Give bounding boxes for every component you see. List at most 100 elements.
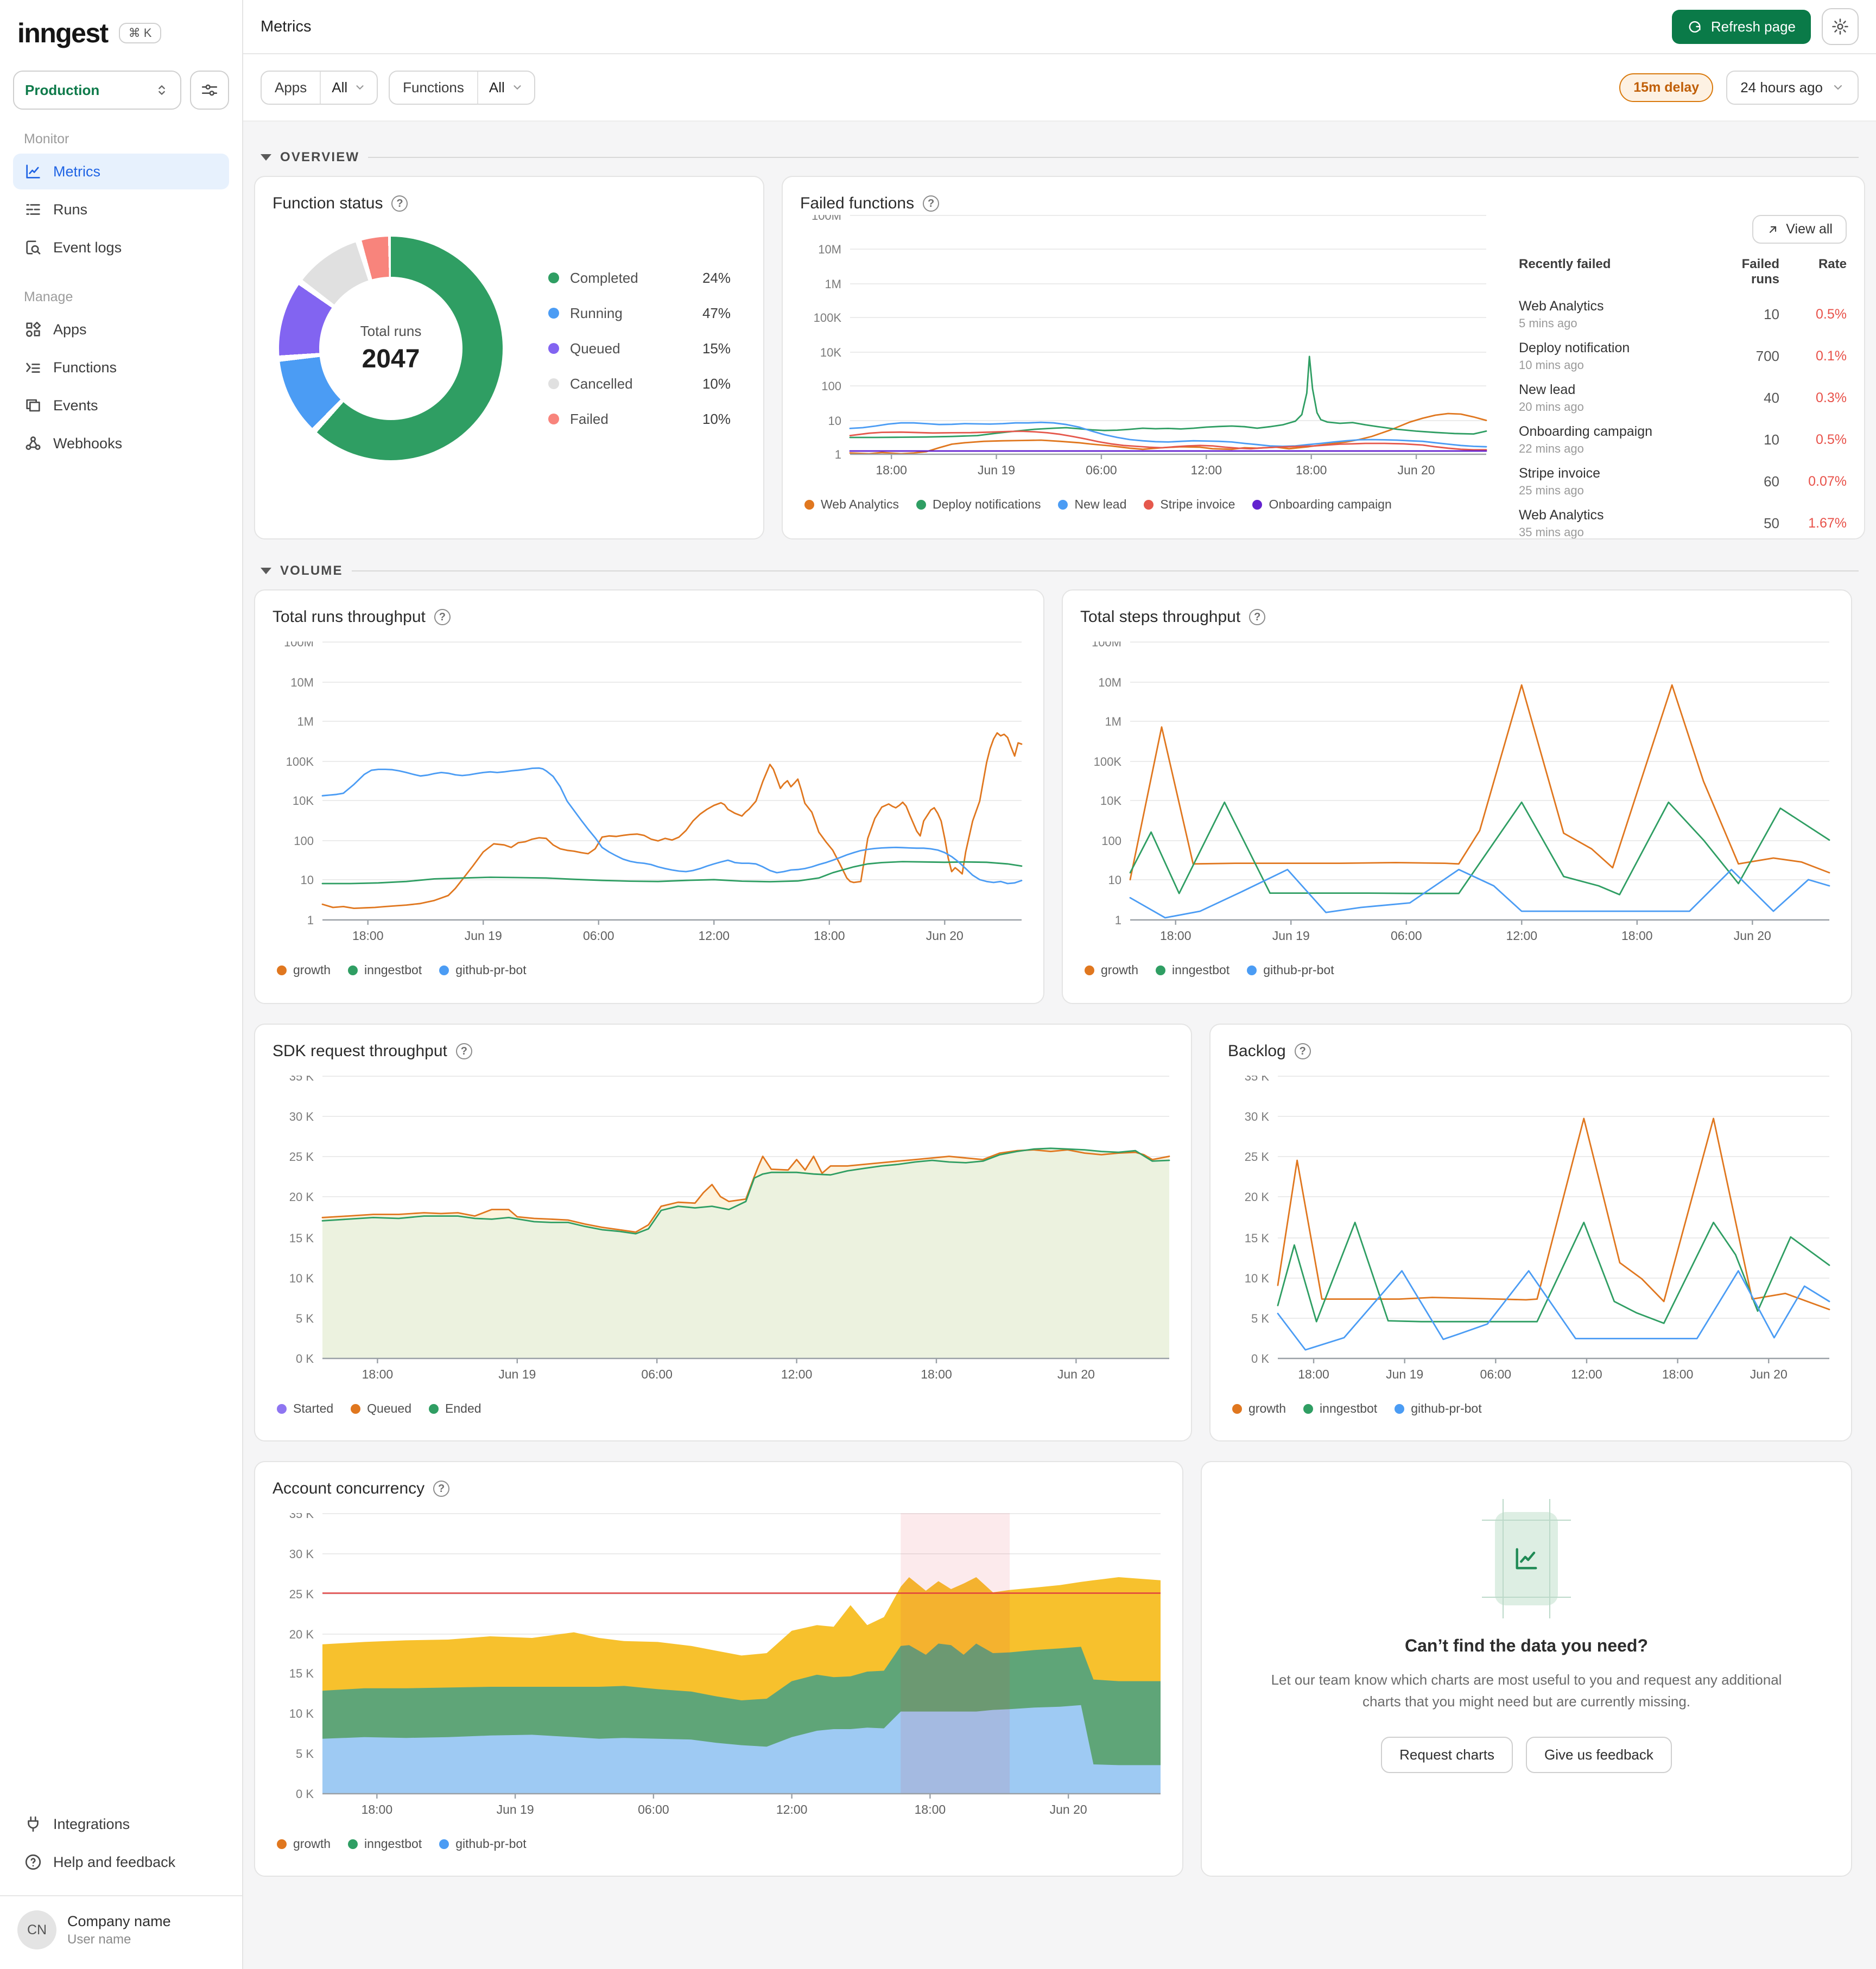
avatar: CN bbox=[17, 1910, 56, 1949]
request-charts-button[interactable]: Request charts bbox=[1381, 1736, 1513, 1773]
account-menu[interactable]: CN Company name User name bbox=[13, 1896, 229, 1952]
time-range-selector[interactable]: 24 hours ago bbox=[1726, 70, 1859, 105]
legend-item: Started bbox=[277, 1401, 333, 1416]
legend-item: Running 47% bbox=[548, 305, 731, 322]
environment-selector[interactable]: Production bbox=[13, 71, 181, 110]
inngest-logo: inngest bbox=[17, 18, 109, 48]
settings-button[interactable] bbox=[1822, 8, 1859, 45]
sidebar-item-metrics[interactable]: Metrics bbox=[13, 154, 229, 189]
filter-bar: Apps All Functions All 15m delay 24 hour… bbox=[243, 54, 1876, 122]
help-icon[interactable]: ? bbox=[455, 1043, 472, 1059]
functions-filter[interactable]: Functions All bbox=[389, 70, 535, 105]
events-icon bbox=[26, 399, 40, 412]
help-icon[interactable]: ? bbox=[1294, 1043, 1311, 1059]
sidebar-item-help-feedback[interactable]: Help and feedback bbox=[13, 1844, 229, 1880]
svg-text:Jun 20: Jun 20 bbox=[926, 929, 964, 943]
svg-text:12:00: 12:00 bbox=[776, 1802, 808, 1816]
svg-text:25 K: 25 K bbox=[289, 1150, 314, 1164]
svg-text:100M: 100M bbox=[1092, 641, 1121, 649]
sidebar-item-events[interactable]: Events bbox=[13, 388, 229, 423]
view-all-button[interactable]: View all bbox=[1752, 215, 1847, 244]
svg-text:10: 10 bbox=[828, 414, 841, 428]
sidebar-item-integrations[interactable]: Integrations bbox=[13, 1806, 229, 1842]
apps-filter[interactable]: Apps All bbox=[261, 70, 378, 105]
svg-text:0 K: 0 K bbox=[1251, 1352, 1269, 1365]
give-feedback-button[interactable]: Give us feedback bbox=[1525, 1736, 1672, 1773]
total-runs-throughput-card: Total runs throughput? 100M 10M 1M 100K 10K 1… bbox=[254, 589, 1044, 1004]
svg-text:35 K: 35 K bbox=[289, 1513, 314, 1521]
sidebar-item-event-logs[interactable]: Event logs bbox=[13, 230, 229, 265]
legend-item: growth bbox=[1085, 963, 1138, 977]
company-name: Company name bbox=[67, 1913, 171, 1929]
svg-text:12:00: 12:00 bbox=[1506, 929, 1537, 943]
svg-text:100: 100 bbox=[1101, 834, 1121, 848]
table-row[interactable]: Web Analytics 35 mins ago 50 1.67% bbox=[1519, 503, 1847, 538]
svg-text:35 K: 35 K bbox=[1245, 1076, 1270, 1083]
webhooks-icon bbox=[26, 436, 41, 450]
feedback-title: Can’t find the data you need? bbox=[1404, 1636, 1648, 1655]
legend-item: inngestbot bbox=[1156, 963, 1229, 977]
svg-text:30 K: 30 K bbox=[1245, 1110, 1270, 1123]
function-status-card: Function status? Total runs 2047 Complet… bbox=[254, 176, 764, 539]
help-circle-icon bbox=[25, 1854, 41, 1870]
overview-section-header[interactable]: OVERVIEW bbox=[261, 150, 1859, 165]
svg-text:10: 10 bbox=[1108, 873, 1121, 887]
svg-text:Jun 20: Jun 20 bbox=[1734, 929, 1771, 943]
table-row[interactable]: Web Analytics 5 mins ago 10 0.5% bbox=[1519, 294, 1847, 335]
svg-text:Jun 20: Jun 20 bbox=[1398, 463, 1435, 477]
sidebar-section-manage: Manage bbox=[24, 289, 73, 304]
sidebar-item-runs[interactable]: Runs bbox=[13, 192, 229, 227]
svg-text:10M: 10M bbox=[818, 243, 841, 256]
table-row[interactable]: Stripe invoice 25 mins ago 60 0.07% bbox=[1519, 461, 1847, 503]
help-icon[interactable]: ? bbox=[434, 609, 451, 625]
help-icon[interactable]: ? bbox=[391, 195, 408, 212]
sidebar-item-apps[interactable]: Apps bbox=[13, 312, 229, 347]
svg-text:5 K: 5 K bbox=[296, 1747, 314, 1761]
backlog-card: Backlog? 35 K 30 K 25 K 20 K 15 K 10 K5 K0 K1… bbox=[1209, 1024, 1852, 1441]
legend-item: inngestbot bbox=[348, 963, 422, 977]
legend-item: github-pr-bot bbox=[439, 963, 527, 977]
table-row[interactable]: Onboarding campaign 22 mins ago 10 0.5% bbox=[1519, 419, 1847, 461]
legend-item: Cancelled 10% bbox=[548, 376, 731, 392]
feedback-card: Can’t find the data you need? Let our te… bbox=[1201, 1461, 1852, 1877]
help-icon[interactable]: ? bbox=[433, 1481, 450, 1497]
svg-text:18:00: 18:00 bbox=[362, 1802, 393, 1816]
help-icon[interactable]: ? bbox=[1249, 609, 1266, 625]
svg-text:5 K: 5 K bbox=[296, 1312, 314, 1325]
collapse-caret-icon bbox=[261, 154, 271, 161]
svg-text:5 K: 5 K bbox=[1251, 1312, 1269, 1325]
svg-text:12:00: 12:00 bbox=[1571, 1367, 1602, 1381]
sidebar-item-functions[interactable]: Functions bbox=[13, 350, 229, 385]
legend-item: growth bbox=[277, 963, 331, 977]
svg-text:18:00: 18:00 bbox=[921, 1367, 952, 1381]
table-row[interactable]: Deploy notification 10 mins ago 700 0.1% bbox=[1519, 335, 1847, 377]
sidebar-item-webhooks[interactable]: Webhooks bbox=[13, 425, 229, 461]
legend-item: Deploy notifications bbox=[916, 497, 1041, 512]
volume-section-header[interactable]: VOLUME bbox=[261, 563, 1859, 579]
metrics-chart-icon bbox=[26, 164, 40, 179]
sidebar: inngest ⌘ K Production Monitor Metrics R… bbox=[0, 0, 243, 1969]
total-steps-legend: growth inngestbot github-pr-bot bbox=[1080, 963, 1834, 977]
env-filter-button[interactable] bbox=[190, 71, 229, 110]
total-runs-legend: growth inngestbot github-pr-bot bbox=[272, 963, 1026, 977]
svg-text:1: 1 bbox=[1115, 913, 1121, 927]
svg-text:10M: 10M bbox=[290, 676, 314, 689]
svg-text:20 K: 20 K bbox=[1245, 1190, 1270, 1204]
svg-text:Jun 19: Jun 19 bbox=[1272, 929, 1310, 943]
svg-text:18:00: 18:00 bbox=[1621, 929, 1653, 943]
svg-text:10 K: 10 K bbox=[289, 1272, 314, 1285]
sliders-icon bbox=[201, 84, 218, 96]
delay-badge: 15m delay bbox=[1619, 73, 1714, 102]
svg-text:1M: 1M bbox=[1105, 715, 1121, 728]
page-title: Metrics bbox=[261, 17, 312, 35]
total-runs-value: 2047 bbox=[362, 345, 420, 373]
svg-text:10M: 10M bbox=[1098, 676, 1121, 689]
total-runs-chart: 100M 10M 1M 100K 10K 100 10 1 18:00 Jun 19 06:00 12… bbox=[272, 636, 1026, 952]
svg-text:15 K: 15 K bbox=[289, 1231, 314, 1245]
table-row[interactable]: New lead 20 mins ago 40 0.3% bbox=[1519, 377, 1847, 419]
help-icon[interactable]: ? bbox=[923, 195, 940, 212]
command-k-shortcut[interactable]: ⌘ K bbox=[118, 23, 162, 43]
svg-text:06:00: 06:00 bbox=[1086, 463, 1117, 477]
refresh-page-button[interactable]: Refresh page bbox=[1671, 9, 1811, 44]
event-logs-icon bbox=[26, 240, 41, 255]
